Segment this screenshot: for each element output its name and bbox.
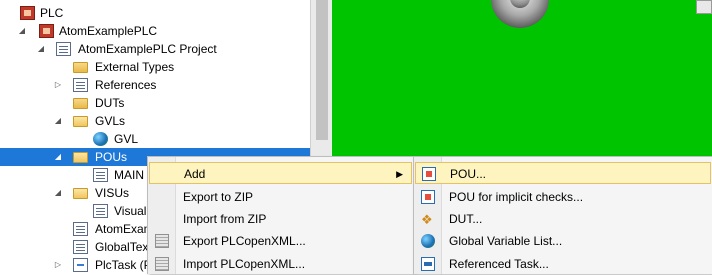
tree-item-label: GVL bbox=[114, 132, 139, 146]
plc-icon bbox=[20, 6, 35, 20]
menu-item-import-zip[interactable]: Import from ZIP bbox=[149, 208, 412, 230]
tree-item-references[interactable]: ▷ References bbox=[0, 76, 310, 94]
tree-item-external-types[interactable]: External Types bbox=[0, 58, 310, 76]
submenu-item-global-variable-list[interactable]: Global Variable List... bbox=[415, 230, 711, 252]
menu-item-label: DUT... bbox=[449, 212, 483, 226]
globe-icon bbox=[93, 132, 108, 146]
visualization-icon bbox=[93, 204, 108, 218]
submenu-item-dut[interactable]: DUT... bbox=[415, 208, 711, 231]
plc-project-icon bbox=[39, 24, 54, 38]
menu-item-import-plcopenxml[interactable]: Import PLCopenXML... bbox=[149, 253, 412, 275]
collapse-arrow-icon[interactable]: ◢ bbox=[53, 184, 63, 202]
tree-item-label: POUs bbox=[95, 150, 128, 164]
menu-item-label: Import PLCopenXML... bbox=[183, 257, 306, 271]
scrollbar-thumb[interactable] bbox=[316, 0, 328, 140]
tree-item-label: VISUs bbox=[95, 186, 130, 200]
tree-item-label: PLC bbox=[40, 6, 64, 20]
tree-item-label: GlobalTex bbox=[95, 240, 149, 254]
program-icon bbox=[93, 168, 108, 182]
tree-item-label: External Types bbox=[95, 60, 175, 74]
tree-item-label: AtomExamplePLC Project bbox=[78, 42, 217, 56]
tree-item-label: MAIN bbox=[114, 168, 144, 182]
referenced-task-icon bbox=[421, 257, 435, 271]
tree-item-gvl[interactable]: GVL bbox=[0, 130, 310, 148]
rotary-switch-element[interactable] bbox=[491, 0, 549, 28]
collapse-arrow-icon[interactable]: ◢ bbox=[17, 22, 27, 40]
menu-item-add[interactable]: Add ▶ bbox=[149, 162, 412, 184]
menu-item-label: Import from ZIP bbox=[183, 212, 267, 226]
folder-icon bbox=[73, 62, 88, 73]
menu-item-label: Export PLCopenXML... bbox=[183, 234, 306, 248]
collapse-arrow-icon[interactable]: ◢ bbox=[36, 40, 46, 58]
tree-item-label: GVLs bbox=[95, 114, 126, 128]
tree-item-gvls[interactable]: ◢ GVLs bbox=[0, 112, 310, 130]
menu-item-label: Export to ZIP bbox=[183, 190, 254, 204]
collapse-arrow-icon[interactable]: ◢ bbox=[53, 148, 63, 166]
references-icon bbox=[73, 78, 88, 92]
menu-item-label: POU for implicit checks... bbox=[449, 190, 584, 204]
folder-open-icon bbox=[73, 116, 88, 127]
context-menu: Add ▶ Export to ZIP Import from ZIP Expo… bbox=[147, 156, 414, 274]
pou-checks-icon bbox=[421, 190, 435, 204]
instance-icon bbox=[73, 222, 88, 236]
dut-icon bbox=[421, 209, 435, 231]
add-submenu: POU... POU for implicit checks... DUT...… bbox=[413, 156, 712, 274]
expand-arrow-icon[interactable]: ▷ bbox=[53, 256, 63, 274]
submenu-item-referenced-task[interactable]: Referenced Task... bbox=[415, 253, 711, 275]
pou-icon bbox=[422, 167, 436, 181]
tree-item-plc[interactable]: PLC bbox=[0, 4, 310, 22]
visualization-element-box[interactable] bbox=[696, 0, 712, 14]
menu-item-label: Referenced Task... bbox=[449, 257, 549, 271]
project-icon bbox=[56, 42, 71, 56]
submenu-item-pou[interactable]: POU... bbox=[415, 162, 711, 184]
tree-item-project[interactable]: ◢ AtomExamplePLC Project bbox=[0, 40, 310, 58]
menu-item-label: Global Variable List... bbox=[449, 234, 563, 248]
menu-item-export-plcopenxml[interactable]: Export PLCopenXML... bbox=[149, 230, 412, 252]
tree-item-label: AtomExam bbox=[95, 222, 154, 236]
xml-export-icon bbox=[155, 234, 169, 248]
menu-item-export-zip[interactable]: Export to ZIP bbox=[149, 186, 412, 208]
tree-item-atomexampleplc[interactable]: ◢ AtomExamplePLC bbox=[0, 22, 310, 40]
tree-item-label: Visuali bbox=[114, 204, 150, 218]
menu-item-label: Add bbox=[184, 167, 206, 181]
tree-item-label: References bbox=[95, 78, 157, 92]
folder-open-icon bbox=[73, 188, 88, 199]
tree-item-label: AtomExamplePLC bbox=[59, 24, 158, 38]
tree-item-duts[interactable]: DUTs bbox=[0, 94, 310, 112]
switch-handle bbox=[510, 0, 530, 8]
text-list-icon bbox=[73, 240, 88, 254]
submenu-item-pou-implicit-checks[interactable]: POU for implicit checks... bbox=[415, 186, 711, 208]
menu-item-label: POU... bbox=[450, 167, 487, 181]
folder-open-icon bbox=[73, 152, 88, 163]
tree-item-label: PlcTask (P bbox=[95, 258, 152, 272]
gvl-icon bbox=[421, 234, 435, 248]
expand-arrow-icon[interactable]: ▷ bbox=[53, 76, 63, 94]
collapse-arrow-icon[interactable]: ◢ bbox=[53, 112, 63, 130]
submenu-arrow-icon: ▶ bbox=[396, 169, 403, 179]
task-icon bbox=[73, 258, 88, 272]
xml-import-icon bbox=[155, 257, 169, 271]
folder-icon bbox=[73, 98, 88, 109]
tree-item-label: DUTs bbox=[95, 96, 125, 110]
